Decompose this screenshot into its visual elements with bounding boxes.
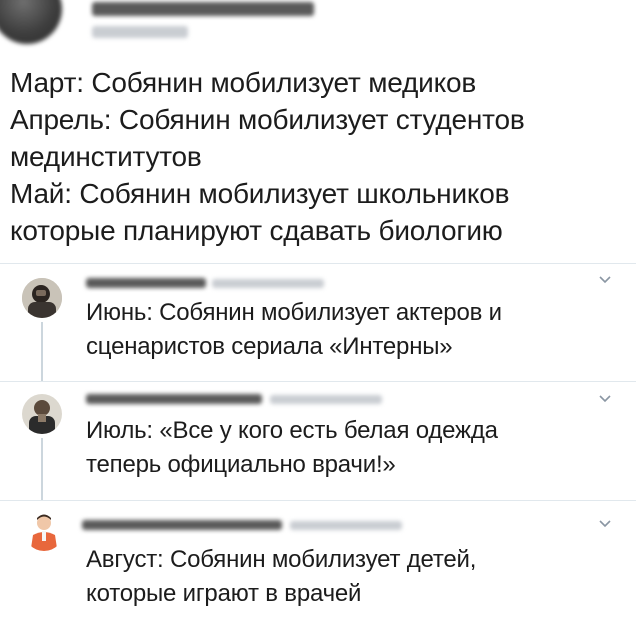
tweet-line: Март: Собянин мобилизует медиков	[10, 67, 477, 98]
tweet-text: Март: Собянин мобилизует медиков Апрель:…	[10, 64, 630, 249]
chevron-down-icon[interactable]	[598, 517, 612, 531]
reply: Июнь: Собянин мобилизует актеров и сцена…	[0, 264, 636, 382]
reply-text: Июль: «Все у кого есть белая одежда тепе…	[86, 414, 631, 482]
tweet-line: мединститутов	[10, 141, 202, 172]
reply-text: Август: Собянин мобилизует детей, которы…	[86, 543, 631, 611]
reply: Август: Собянин мобилизует детей, которы…	[0, 501, 636, 618]
thread-line	[41, 438, 43, 500]
avatar[interactable]	[0, 0, 62, 44]
avatar[interactable]	[22, 394, 62, 434]
reply-line: Июль: «Все у кого есть белая одежда	[86, 417, 498, 444]
reply-line: сценаристов сериала «Интерны»	[86, 333, 453, 360]
tweet-line: Май: Собянин мобилизует школьников	[10, 178, 510, 209]
reply-author-blurred[interactable]	[86, 394, 262, 404]
tweet-line: Апрель: Собянин мобилизует студентов	[10, 104, 525, 135]
reply-line: теперь официально врачи!»	[86, 451, 396, 478]
avatar-photo	[22, 394, 62, 434]
chevron-down-icon[interactable]	[598, 273, 612, 287]
author-name-blurred[interactable]	[92, 2, 314, 16]
reply-line: которые играют в врачей	[86, 580, 362, 607]
avatar-photo	[24, 511, 64, 551]
reply-handle-blurred	[270, 395, 382, 404]
chevron-down-icon[interactable]	[598, 392, 612, 406]
reply-author-blurred[interactable]	[86, 278, 206, 288]
reply-text: Июнь: Собянин мобилизует актеров и сцена…	[86, 296, 631, 364]
tweet-line: которые планируют сдавать биологию	[10, 215, 503, 246]
avatar-photo	[22, 278, 62, 318]
reply-handle-blurred	[290, 521, 402, 530]
avatar[interactable]	[24, 511, 64, 551]
thread-line	[41, 322, 43, 382]
reply-handle-blurred	[212, 279, 324, 288]
author-handle-blurred	[92, 26, 188, 38]
reply-author-blurred[interactable]	[82, 520, 282, 530]
avatar[interactable]	[22, 278, 62, 318]
reply-line: Июнь: Собянин мобилизует актеров и	[86, 299, 502, 326]
reply: Июль: «Все у кого есть белая одежда тепе…	[0, 382, 636, 500]
reply-line: Август: Собянин мобилизует детей,	[86, 546, 477, 573]
